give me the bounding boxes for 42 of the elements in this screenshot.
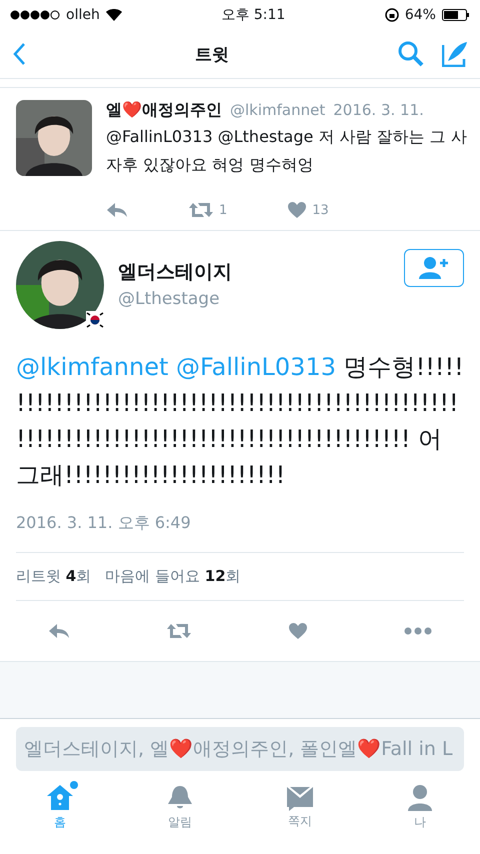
retweet-icon[interactable] bbox=[188, 202, 214, 218]
like-count: 13 bbox=[312, 202, 329, 218]
tweet-text: @lkimfannet @FallinL0313 명수형!!!!!!!!!!!!!!!!!!!!!!!!!!!!!!!!!!!!!!!!!!!!!!!!!!!!!!!!!!!!!!!!!!!!!!!!!!!!!!!!!!!!!!!!!!!! 어그래!!!!!!!!!!!!!!!!!!!!!!! bbox=[15, 352, 465, 491]
mention-link[interactable]: @lkimfannet bbox=[16, 353, 168, 381]
clock-time: 오후 5:11 bbox=[221, 6, 286, 24]
envelope-icon bbox=[286, 784, 314, 810]
like-stat[interactable]: 마음에 들어요 12회 bbox=[105, 567, 241, 586]
reply-icon[interactable] bbox=[106, 202, 128, 218]
tab-item[interactable]: 알림 bbox=[140, 782, 220, 832]
tweet-date: 2016. 3. 11. bbox=[333, 101, 424, 119]
heart-icon[interactable] bbox=[288, 622, 308, 640]
signal-icon bbox=[10, 10, 60, 20]
battery-percent: 64% bbox=[404, 7, 436, 23]
author-name[interactable]: 엘❤애정의주인 bbox=[106, 100, 222, 121]
compose-icon[interactable] bbox=[442, 41, 468, 67]
retweet-count: 1 bbox=[219, 202, 228, 218]
add-person-icon bbox=[418, 256, 450, 280]
tweet-timestamp: 2016. 3. 11. 오후 6:49 bbox=[16, 493, 464, 553]
wifi-icon bbox=[106, 9, 122, 21]
battery-icon bbox=[442, 9, 470, 21]
back-icon[interactable] bbox=[12, 42, 26, 66]
birdhouse-icon bbox=[46, 784, 74, 812]
rotation-lock-icon bbox=[384, 8, 399, 22]
reply-field[interactable]: 엘더스테이지, 엘❤애정의주인, 폴인엘❤Fall in L bbox=[16, 727, 464, 771]
more-icon[interactable] bbox=[404, 627, 432, 635]
follow-button[interactable] bbox=[404, 249, 464, 287]
mention-link[interactable]: @FallinL0313 bbox=[176, 353, 336, 381]
search-icon[interactable] bbox=[398, 41, 424, 67]
tab-item[interactable]: 홈 bbox=[20, 782, 100, 832]
tab-item[interactable]: 나 bbox=[380, 782, 460, 832]
carrier-name: olleh bbox=[66, 7, 100, 23]
author-name[interactable]: 엘더스테이지 bbox=[118, 259, 390, 285]
retweet-icon[interactable] bbox=[166, 623, 192, 639]
heart-icon[interactable] bbox=[287, 201, 308, 219]
screen-title: 트윗 bbox=[195, 44, 229, 66]
author-handle: @lkimfannet bbox=[230, 101, 326, 119]
author-handle: @Lthestage bbox=[118, 289, 221, 309]
reply-icon[interactable] bbox=[48, 623, 70, 639]
retweet-stat[interactable]: 리트윗 4회 bbox=[16, 567, 92, 586]
tweet-text: @FallinL0313 @Lthestage 저 사람 잘하는 그 사자후 있잖아요 혀엉 명수혀엉 bbox=[106, 126, 468, 176]
tab-item[interactable]: 쪽지 bbox=[260, 784, 340, 830]
person-icon bbox=[407, 784, 433, 812]
